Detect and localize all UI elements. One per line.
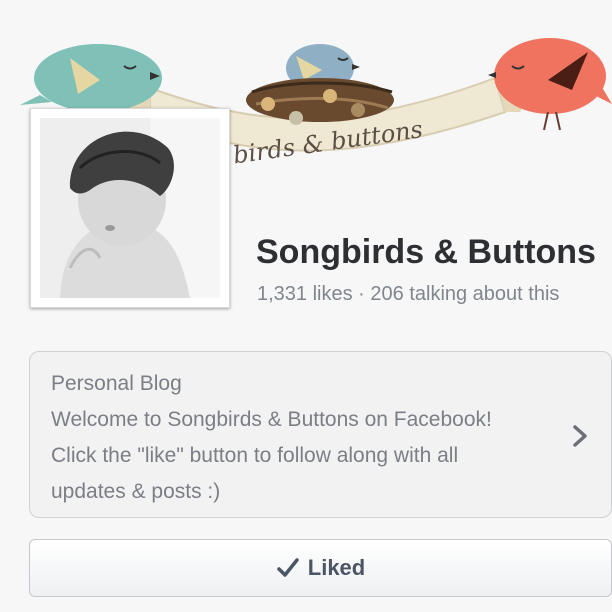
- about-line-3: updates & posts :): [51, 480, 221, 503]
- page-title: Songbirds & Buttons: [256, 233, 596, 271]
- profile-picture[interactable]: [30, 108, 230, 308]
- about-section[interactable]: Personal Blog Welcome to Songbirds & But…: [29, 351, 612, 518]
- checkmark-icon: [277, 558, 299, 577]
- chevron-right-icon[interactable]: [570, 424, 590, 448]
- about-line-2: Click the "like" button to follow along …: [51, 444, 459, 467]
- liked-label: Liked: [307, 555, 366, 580]
- page-stats[interactable]: 1,331 likes · 206 talking about this: [257, 283, 559, 306]
- about-line-1: Welcome to Songbirds & Buttons on Facebo…: [51, 408, 492, 431]
- facebook-page: birds & buttons Songbirds & Buttons 1,33…: [0, 0, 612, 612]
- profile-photo: [40, 118, 220, 298]
- page-category: Personal Blog: [51, 372, 182, 395]
- liked-button[interactable]: Liked: [29, 539, 612, 597]
